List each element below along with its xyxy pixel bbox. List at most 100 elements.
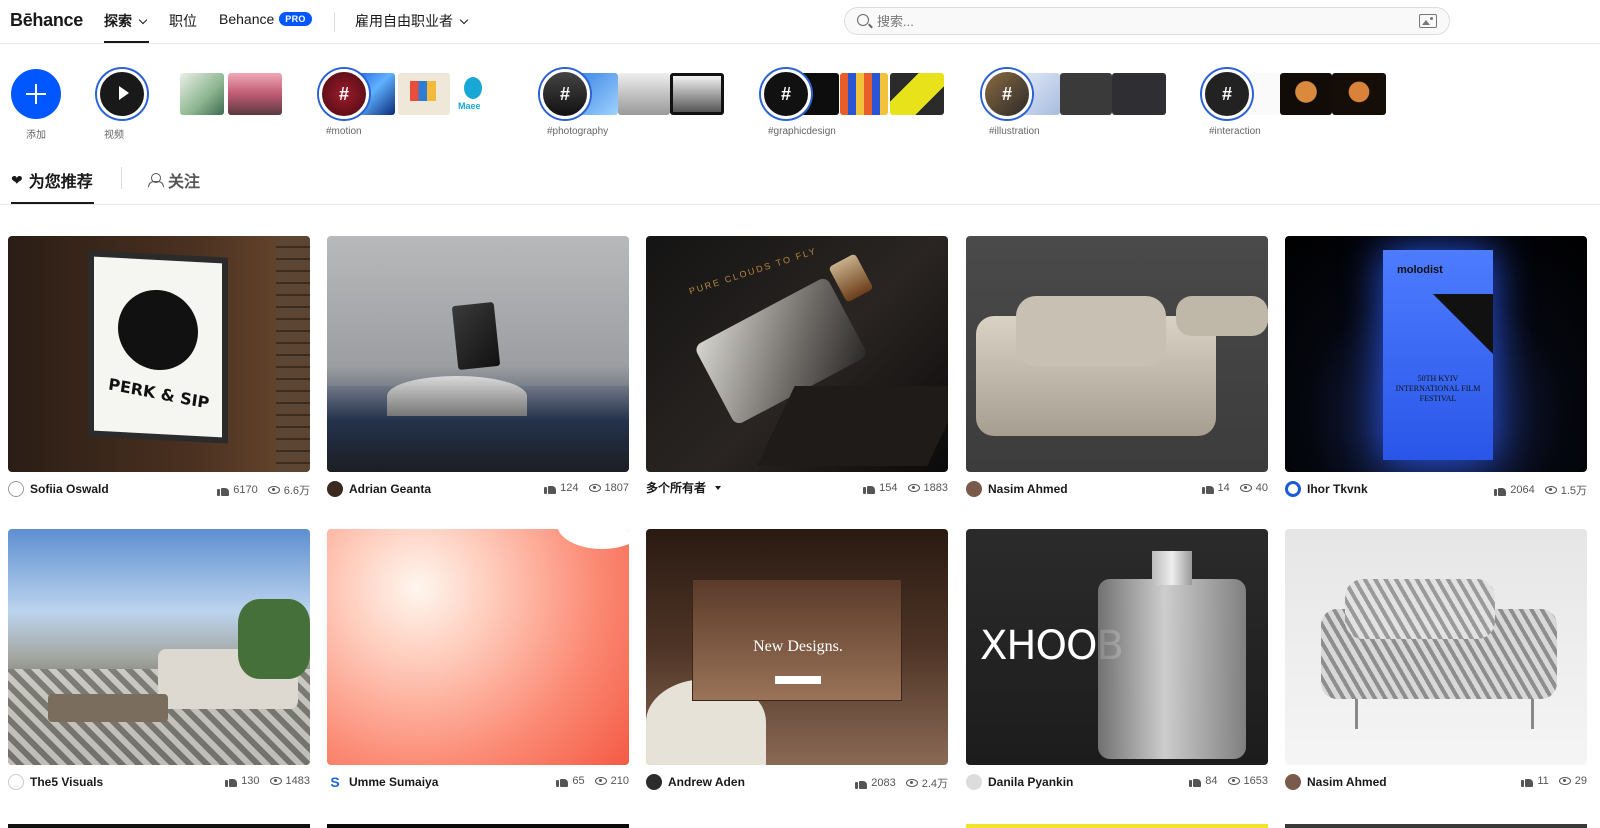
project-stats: 65 210 bbox=[556, 775, 629, 787]
owner-name: 多个所有者 bbox=[646, 481, 707, 495]
story-thumbnail[interactable] bbox=[398, 73, 450, 115]
view-count: 29 bbox=[1574, 775, 1587, 787]
like-count: 154 bbox=[879, 482, 898, 494]
cover-text: PERK & SIP bbox=[107, 374, 211, 413]
like-icon bbox=[855, 778, 868, 789]
story-thumbnail[interactable] bbox=[1112, 73, 1166, 115]
cover-text: 50TH KYIV INTERNATIONAL FILM FESTIVAL bbox=[1395, 374, 1481, 403]
project-meta: Nasim Ahmed 14 40 bbox=[966, 481, 1268, 499]
project-owner[interactable]: Ihor Tkvnk bbox=[1285, 481, 1368, 497]
project-cover[interactable] bbox=[327, 529, 629, 765]
project-meta: Ihor Tkvnk 2064 1.5万 bbox=[1285, 481, 1587, 499]
view-count: 1807 bbox=[604, 482, 629, 494]
view-icon bbox=[588, 484, 601, 492]
nav-hire-freelancers[interactable]: 雇用自由职业者 bbox=[355, 11, 469, 31]
project-owner[interactable]: Andrew Aden bbox=[646, 774, 745, 790]
nav-jobs[interactable]: 职位 bbox=[169, 11, 197, 31]
project-cover[interactable]: PURE CLOUDS TO FLY bbox=[646, 236, 948, 472]
story-thumbnail[interactable] bbox=[840, 73, 888, 115]
project-owner[interactable]: Danila Pyankin bbox=[966, 774, 1073, 790]
story-thumbnail[interactable] bbox=[1280, 73, 1332, 115]
project-cover[interactable] bbox=[1285, 529, 1587, 765]
tag-label: #interaction bbox=[1209, 126, 1261, 137]
tag-label: #graphicdesign bbox=[768, 126, 836, 137]
view-count: 1653 bbox=[1243, 775, 1268, 787]
view-icon bbox=[269, 777, 282, 785]
nav-explore-label: 探索 bbox=[104, 13, 132, 29]
behance-logo[interactable]: Bēhance bbox=[10, 10, 83, 31]
nav-explore[interactable]: 探索 bbox=[104, 11, 148, 31]
heart-icon: ❤ bbox=[11, 172, 23, 188]
search-input[interactable] bbox=[877, 12, 1397, 30]
view-icon bbox=[905, 779, 918, 787]
hashtag-story-button[interactable]: # bbox=[540, 69, 590, 119]
owner-name: The5 Visuals bbox=[30, 775, 104, 789]
project-cover[interactable] bbox=[1285, 824, 1587, 828]
project-cover[interactable] bbox=[966, 236, 1268, 472]
project-cover[interactable]: XHOOB bbox=[966, 529, 1268, 765]
project-cover[interactable] bbox=[327, 824, 629, 828]
project-owner[interactable]: Sofiia Oswald bbox=[8, 481, 109, 497]
project-stats: 124 1807 bbox=[544, 482, 629, 494]
hashtag-story-button[interactable]: # bbox=[319, 69, 369, 119]
image-search-icon[interactable] bbox=[1419, 14, 1437, 28]
story-thumbnail[interactable] bbox=[228, 73, 282, 115]
tab-following-label: 关注 bbox=[168, 174, 201, 191]
story-thumbnail[interactable] bbox=[670, 73, 724, 115]
project-owner[interactable]: Nasim Ahmed bbox=[1285, 774, 1387, 790]
project-owner[interactable]: The5 Visuals bbox=[8, 774, 103, 790]
story-thumbnail[interactable] bbox=[890, 73, 944, 115]
story-thumbnail[interactable]: Maee bbox=[454, 73, 494, 115]
project-owner[interactable]: S Umme Sumaiya bbox=[327, 774, 438, 790]
avatar bbox=[646, 774, 662, 790]
add-story-button[interactable] bbox=[11, 69, 61, 119]
project-cover[interactable]: New Designs. bbox=[646, 529, 948, 765]
tab-for-you[interactable]: ❤ 为您推荐 bbox=[11, 168, 93, 192]
project-cover[interactable] bbox=[8, 824, 310, 828]
tag-label: #photography bbox=[547, 126, 609, 137]
project-stats: 2083 2.4万 bbox=[855, 775, 948, 791]
view-icon bbox=[1558, 777, 1571, 785]
multiple-owners-dropdown[interactable]: 多个所有者 bbox=[646, 479, 722, 496]
view-icon bbox=[907, 484, 920, 492]
project-meta: 多个所有者 154 1883 bbox=[646, 481, 948, 499]
owner-name: Nasim Ahmed bbox=[988, 482, 1068, 496]
project-cover[interactable] bbox=[327, 236, 629, 472]
avatar bbox=[966, 774, 982, 790]
like-count: 11 bbox=[1537, 775, 1549, 787]
project-cover[interactable] bbox=[966, 824, 1268, 828]
story-thumbnail[interactable] bbox=[180, 73, 224, 115]
view-count: 210 bbox=[610, 775, 629, 787]
video-story-button[interactable] bbox=[97, 69, 147, 119]
view-count: 40 bbox=[1255, 482, 1268, 494]
project-stats: 130 1483 bbox=[225, 775, 310, 787]
like-count: 2083 bbox=[871, 777, 896, 789]
hashtag-story-button[interactable]: # bbox=[761, 69, 811, 119]
search-icon bbox=[857, 14, 869, 26]
story-thumbnail[interactable] bbox=[618, 73, 670, 115]
search-bar[interactable] bbox=[844, 7, 1450, 35]
project-cover[interactable] bbox=[8, 529, 310, 765]
feed-tabs: ❤ 为您推荐 关注 bbox=[0, 160, 1600, 205]
hashtag-story-button[interactable]: # bbox=[982, 69, 1032, 119]
project-cover[interactable]: PERK & SIP bbox=[8, 236, 310, 472]
project-owner[interactable]: Nasim Ahmed bbox=[966, 481, 1068, 497]
story-thumbnail[interactable] bbox=[1332, 73, 1386, 115]
like-icon bbox=[225, 776, 238, 787]
project-cover[interactable]: molodist 50TH KYIV INTERNATIONAL FILM FE… bbox=[1285, 236, 1587, 472]
project-owner[interactable]: Adrian Geanta bbox=[327, 481, 431, 497]
hashtag-story-button[interactable]: # bbox=[1202, 69, 1252, 119]
like-icon bbox=[556, 776, 569, 787]
owner-name: Adrian Geanta bbox=[349, 482, 432, 496]
owner-name: Nasim Ahmed bbox=[1307, 775, 1387, 789]
nav-behance-pro[interactable]: Behance PRO bbox=[219, 11, 312, 27]
story-thumbnail[interactable] bbox=[1060, 73, 1112, 115]
like-count: 6170 bbox=[233, 484, 258, 496]
project-stats: 2064 1.5万 bbox=[1494, 482, 1587, 498]
pro-badge: PRO bbox=[279, 12, 312, 26]
view-icon bbox=[1227, 777, 1240, 785]
tag-label: #motion bbox=[326, 126, 362, 137]
tab-following[interactable]: 关注 bbox=[148, 168, 200, 192]
avatar bbox=[966, 481, 982, 497]
nav-divider bbox=[334, 12, 335, 32]
